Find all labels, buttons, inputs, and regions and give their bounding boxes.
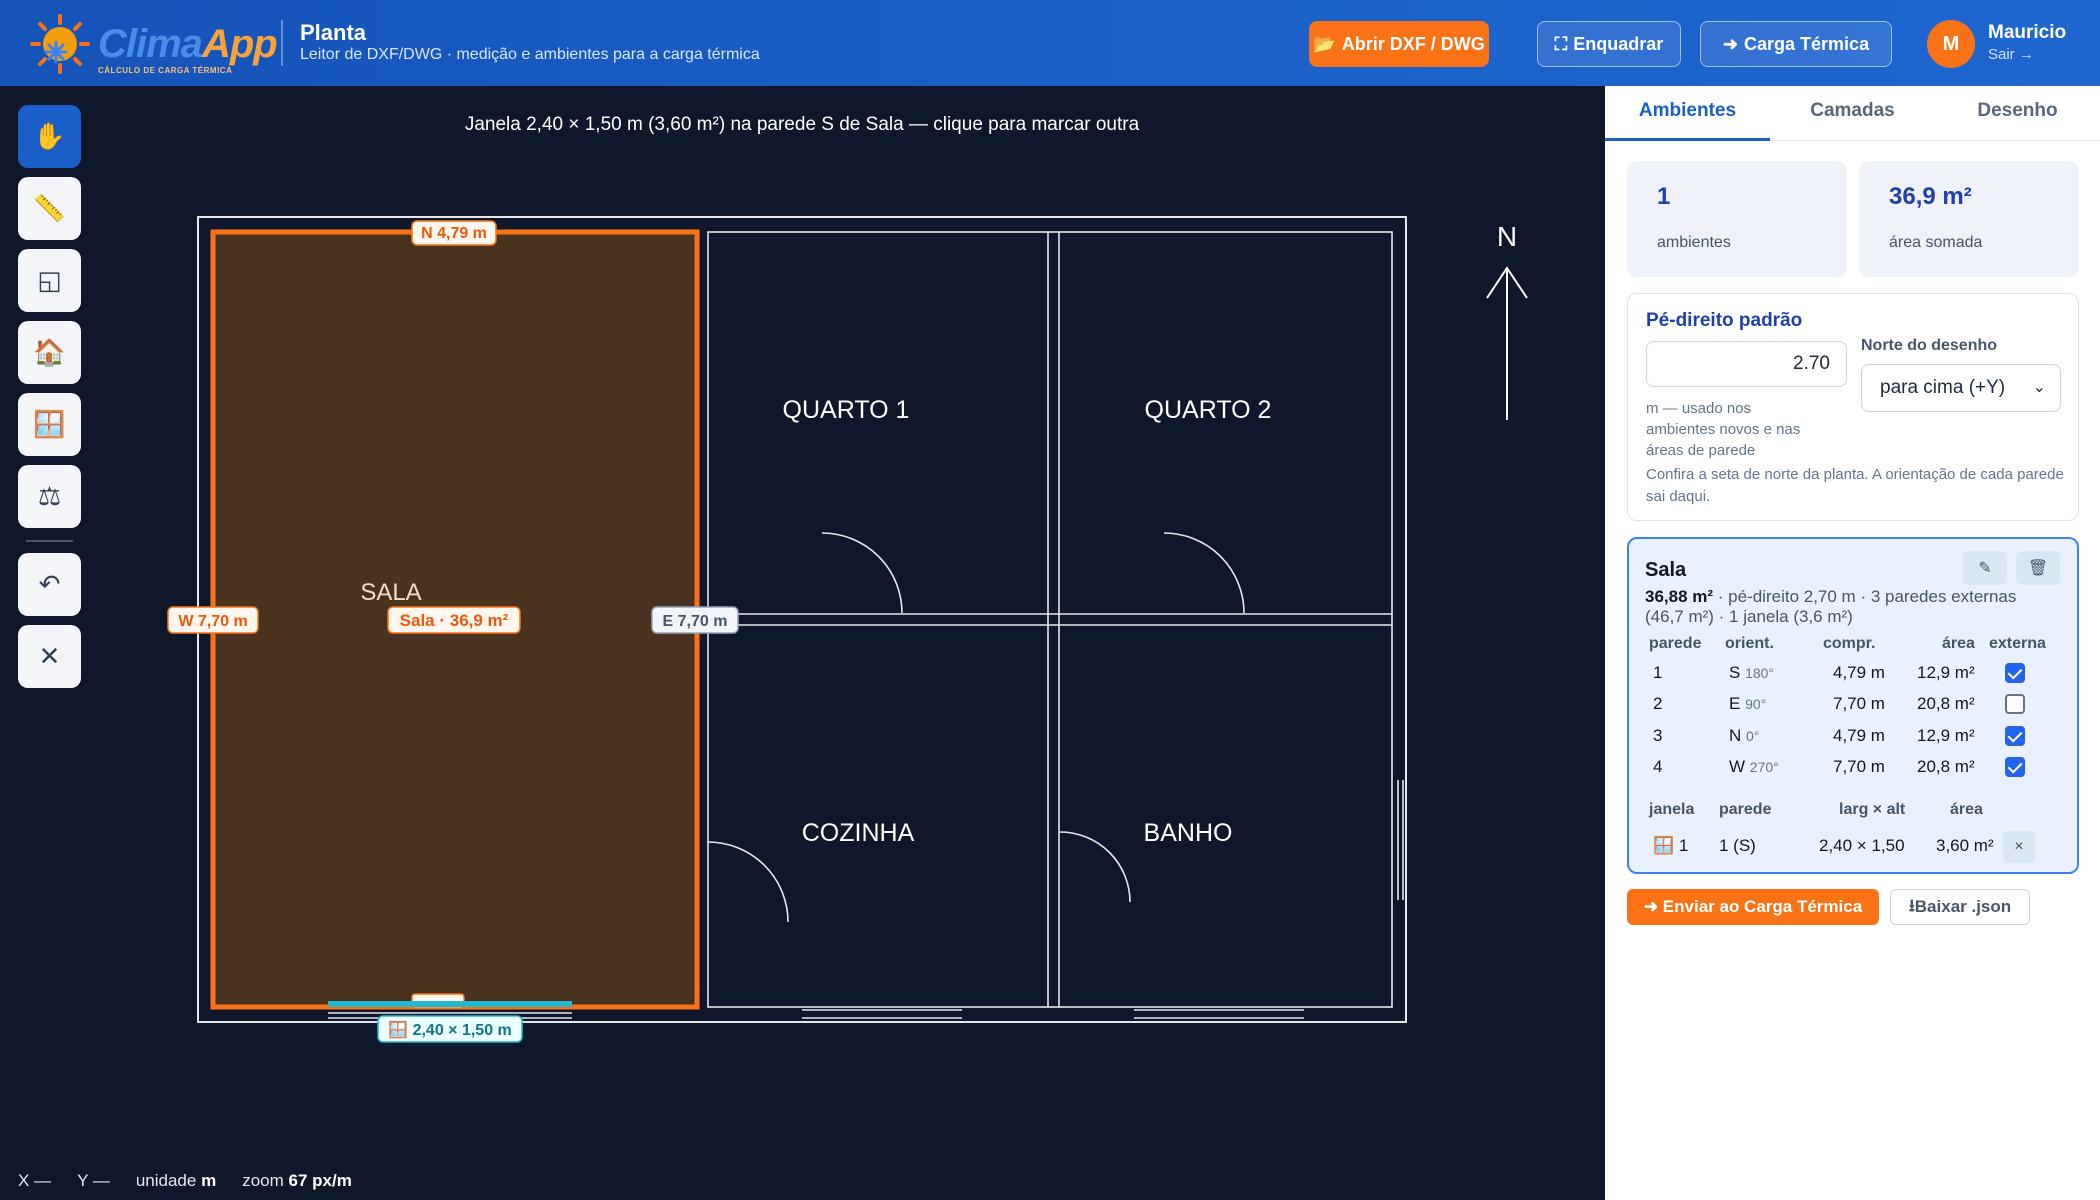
east-wall-label: E 7,70 m (651, 606, 739, 634)
wall-area: 20,8 m² (1917, 694, 1975, 713)
svg-text:E 7,70 m: E 7,70 m (663, 613, 728, 630)
ceiling-card: Pé-direito padrão m — usado nos ambiente… (1627, 293, 2079, 521)
wall-number: 2 (1653, 694, 1663, 713)
tab-camadas[interactable]: Camadas (1770, 100, 1935, 122)
room-label-quarto-2: QUARTO 2 (1145, 396, 1272, 424)
ceiling-title: Pé-direito padrão (1646, 310, 1803, 331)
open-dxf-button[interactable]: 📂 Abrir DXF / DWG (1309, 21, 1489, 67)
wall-length: 4,79 m (1833, 663, 1885, 682)
fit-view-button[interactable]: ⛶ Enquadrar (1537, 21, 1681, 67)
app-logo[interactable]: ClimaApp CÁLCULO DE CARGA TÉRMICA (26, 10, 278, 76)
window-icon: 🪟 (1653, 836, 1675, 855)
north-select[interactable]: para cima (+Y) ⌄ (1861, 364, 2061, 412)
wall-area: 12,9 m² (1917, 726, 1975, 745)
wall-orientation: S 180° (1729, 663, 1775, 682)
logo-wordmark: ClimaApp (98, 22, 278, 66)
wall-orientation: E 90° (1729, 694, 1767, 713)
stat-total-area: 36,9 m² área somada (1859, 161, 2079, 277)
send-thermal-button[interactable]: ➜ Enviar ao Carga Térmica (1627, 889, 1879, 925)
sun-snowflake-icon (30, 14, 90, 74)
tab-ambientes[interactable]: Ambientes (1605, 100, 1770, 122)
svg-text:W 7,70 m: W 7,70 m (178, 613, 247, 630)
window-size-label: 🪟 2,40 × 1,50 m (377, 1015, 523, 1043)
wall-orientation: N 0° (1729, 726, 1760, 745)
wall-length: 7,70 m (1833, 757, 1885, 776)
unit-readout: unidade m (135, 1171, 217, 1190)
cursor-y: Y — (77, 1171, 110, 1190)
avatar[interactable]: M (1927, 20, 1975, 68)
app-header: ClimaApp CÁLCULO DE CARGA TÉRMICA Planta… (0, 0, 2100, 86)
room-card-sala[interactable]: Sala ✎ 🗑 36,88 m² · pé-direito 2,70 m · … (1627, 537, 2079, 874)
thermal-load-button[interactable]: ➜ Carga Térmica (1700, 21, 1892, 67)
svg-text:Sala · 36,9 m²: Sala · 36,9 m² (400, 611, 509, 630)
trash-icon: 🗑 (2027, 560, 2049, 577)
floor-plan-canvas[interactable]: SALA QUARTO 1 QUARTO 2 COZINHA BANHO N N… (0, 86, 1605, 1171)
fit-frame-icon: ⛶ (1554, 33, 1568, 54)
edit-room-button[interactable]: ✎ (1963, 551, 2007, 585)
side-panel: Ambientes Camadas Desenho 1 ambientes 36… (1605, 86, 2100, 1200)
room-label-sala: SALA (360, 579, 421, 606)
cursor-x: X — (18, 1171, 52, 1190)
inner-walls (707, 231, 1404, 1019)
pencil-icon: ✎ (1978, 560, 1992, 577)
wall-area: 12,9 m² (1917, 663, 1975, 682)
logo-tagline: CÁLCULO DE CARGA TÉRMICA (98, 66, 233, 75)
wall-length: 7,70 m (1833, 694, 1885, 713)
window-wall: 1 (S) (1719, 836, 1756, 855)
logout-link[interactable]: Sair → (1988, 46, 2034, 63)
ceiling-height-input[interactable] (1646, 341, 1847, 387)
room-area-label: Sala · 36,9 m² (387, 606, 521, 634)
wall-external-checkbox[interactable] (2005, 694, 2025, 714)
west-wall-label: W 7,70 m (167, 606, 259, 634)
stat-room-count: 1 ambientes (1627, 161, 1847, 277)
wall-number: 4 (1653, 757, 1663, 776)
north-help: Confira a seta de norte da planta. A ori… (1646, 466, 2064, 505)
wall-length: 4,79 m (1833, 726, 1885, 745)
close-icon: × (2014, 838, 2024, 855)
window-row: 🪟 1 (1653, 836, 1689, 855)
wall-number: 3 (1653, 726, 1663, 745)
wall-external-checkbox[interactable] (2005, 726, 2025, 746)
chevron-down-icon: ⌄ (2032, 379, 2046, 396)
delete-room-button[interactable]: 🗑 (2016, 551, 2060, 585)
arrow-right-icon: ➜ (1722, 33, 1739, 54)
window-size: 2,40 × 1,50 (1819, 836, 1905, 855)
wall-number: 1 (1653, 663, 1663, 682)
room-name: Sala (1645, 559, 1687, 581)
room-label-banho: BANHO (1144, 819, 1233, 847)
north-arrow-letter: N (1497, 221, 1517, 252)
zoom-readout: zoom 67 px/m (242, 1171, 352, 1190)
folder-icon: 📂 (1313, 33, 1336, 54)
north-label: Norte do desenho (1861, 337, 1998, 354)
header-divider (281, 20, 283, 66)
wall-external-checkbox[interactable] (2005, 757, 2025, 777)
svg-text:N 4,79 m: N 4,79 m (421, 225, 487, 242)
panel-tabs: Ambientes Camadas Desenho (1605, 86, 2100, 141)
room-label-quarto-1: QUARTO 1 (783, 396, 910, 424)
page-subtitle: Leitor de DXF/DWG · medição e ambientes … (300, 46, 760, 63)
window-area: 3,60 m² (1936, 836, 1994, 855)
page-title: Planta (300, 20, 367, 45)
active-tab-indicator (1605, 138, 1770, 141)
cursor-readout: X — Y — unidade m zoom 67 px/m (18, 1171, 352, 1191)
wall-orientation: W 270° (1729, 757, 1779, 776)
svg-text:🪟 2,40 × 1,50 m: 🪟 2,40 × 1,50 m (388, 1020, 512, 1039)
arrow-right-icon: ➜ (1643, 897, 1663, 916)
wall-area: 20,8 m² (1917, 757, 1975, 776)
download-json-button[interactable]: ⭳ Baixar .json (1890, 889, 2030, 925)
wall-external-checkbox[interactable] (2005, 663, 2025, 683)
north-arrow: N (1486, 221, 1528, 420)
room-label-cozinha: COZINHA (802, 819, 915, 847)
tab-desenho[interactable]: Desenho (1935, 100, 2100, 122)
user-name: Mauricio (1988, 22, 2067, 43)
ceiling-help: m — usado nos ambientes novos e nas área… (1646, 400, 1801, 459)
room-summary: 36,88 m² · pé-direito 2,70 m · 3 paredes… (1645, 587, 2017, 626)
north-wall-label: N 4,79 m (411, 220, 497, 246)
delete-window-button[interactable]: × (2003, 831, 2035, 863)
